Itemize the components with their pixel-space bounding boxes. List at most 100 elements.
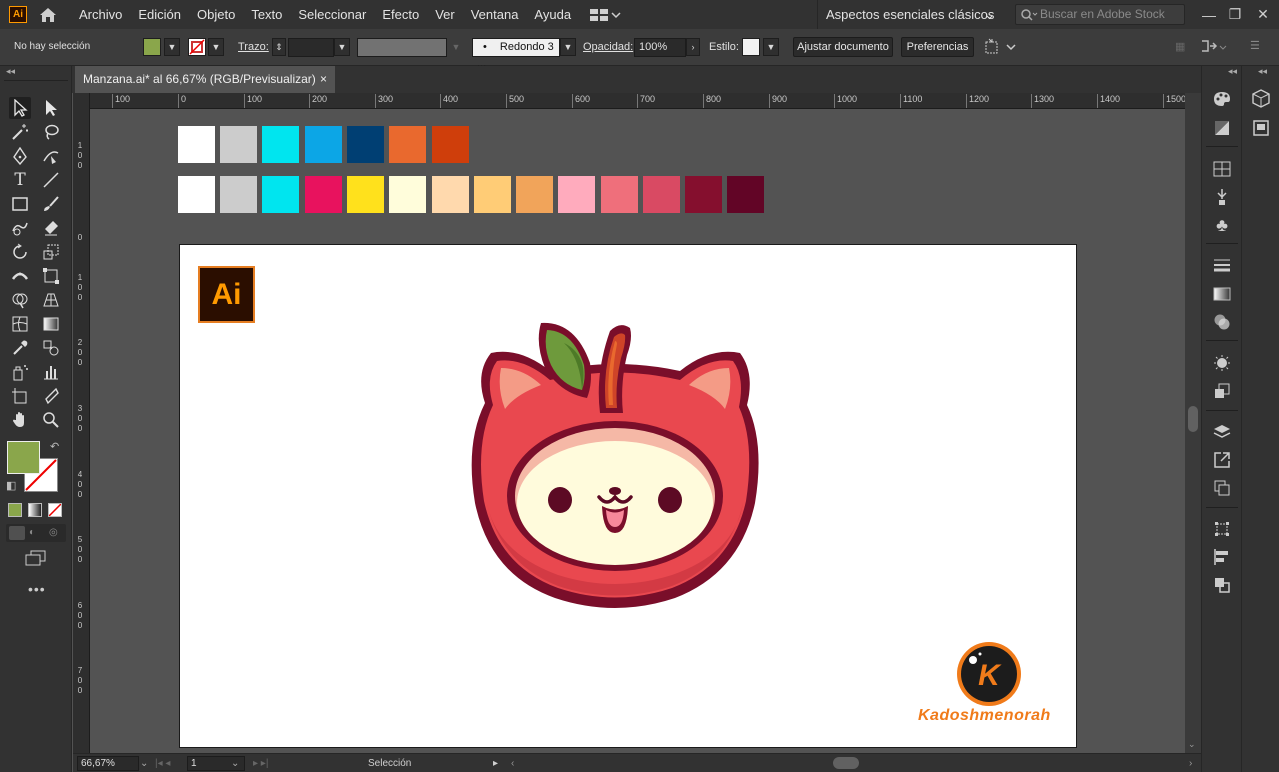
palette-swatch[interactable] <box>727 176 764 213</box>
palette-swatch[interactable] <box>262 126 299 163</box>
layers-panel-icon[interactable] <box>1211 421 1233 443</box>
screen-mode-icon[interactable] <box>25 550 47 569</box>
appearance-panel-icon[interactable] <box>1211 352 1233 374</box>
scale-tool-icon[interactable] <box>40 241 62 263</box>
fill-dropdown[interactable]: ▼ <box>164 38 180 56</box>
swap-colors-icon[interactable]: ↶ <box>50 440 59 453</box>
opacity-arrow[interactable]: › <box>686 38 700 56</box>
direct-selection-tool-icon[interactable] <box>40 97 62 119</box>
none-mode-icon[interactable] <box>48 503 62 517</box>
artboards-panel-icon[interactable] <box>1211 477 1233 499</box>
control-bar-menu-icon[interactable]: ☰ <box>1250 39 1260 52</box>
palette-swatch[interactable] <box>432 176 469 213</box>
vertical-scroll-thumb[interactable] <box>1188 406 1198 432</box>
palette-swatch[interactable] <box>601 176 638 213</box>
brushes-panel-icon[interactable] <box>1211 186 1233 208</box>
palette-swatch[interactable] <box>558 176 595 213</box>
menu-edicion[interactable]: Edición <box>130 0 189 29</box>
paintbrush-tool-icon[interactable] <box>40 193 62 215</box>
apple-cat-illustration[interactable] <box>465 313 765 618</box>
free-transform-tool-icon[interactable] <box>40 265 62 287</box>
fill-color-front[interactable] <box>7 441 40 474</box>
swatches-panel-icon[interactable] <box>1211 158 1233 180</box>
expand-panels-icon[interactable]: ◂◂ <box>1258 66 1267 77</box>
perspective-grid-tool-icon[interactable] <box>40 289 62 311</box>
palette-swatch[interactable] <box>305 176 342 213</box>
scroll-down-icon[interactable]: ⌄ <box>1188 739 1196 750</box>
stroke-weight-dropdown[interactable]: ▼ <box>334 38 350 56</box>
zoom-field[interactable]: 66,67% <box>77 756 139 771</box>
transparency-panel-icon[interactable] <box>1211 311 1233 333</box>
draw-behind-icon[interactable]: ◐ <box>29 527 35 538</box>
opacity-label[interactable]: Opacidad: <box>583 41 633 53</box>
zoom-tool-icon[interactable] <box>40 409 62 431</box>
align-panel-icon[interactable] <box>1211 546 1233 568</box>
hand-tool-icon[interactable] <box>9 409 31 431</box>
artboard-tool-icon[interactable] <box>9 385 31 407</box>
symbols-panel-icon[interactable]: ♣ <box>1211 214 1233 236</box>
fit-document-button[interactable]: Ajustar documento <box>793 37 893 57</box>
eyedropper-tool-icon[interactable] <box>9 337 31 359</box>
brush-dropdown[interactable]: ▼ <box>560 38 576 56</box>
palette-swatch[interactable] <box>305 126 342 163</box>
menu-ver[interactable]: Ver <box>427 0 463 29</box>
palette-swatch[interactable] <box>347 176 384 213</box>
draw-normal-icon[interactable] <box>9 526 25 540</box>
brush-definition[interactable]: • Redondo 3 ... <box>472 38 560 70</box>
graphic-styles-icon[interactable] <box>1211 380 1233 402</box>
line-tool-icon[interactable] <box>40 169 62 191</box>
palette-swatch[interactable] <box>389 176 426 213</box>
palette-swatch[interactable] <box>685 176 722 213</box>
panel-options-button[interactable] <box>1200 37 1228 60</box>
canvas[interactable]: Ai K Kadoshmenorah <box>90 109 1185 753</box>
pathfinder-panel-icon[interactable] <box>1211 574 1233 596</box>
pen-tool-icon[interactable] <box>9 145 31 167</box>
menu-objeto[interactable]: Objeto <box>189 0 243 29</box>
color-guide-icon[interactable] <box>1211 117 1233 139</box>
menu-seleccionar[interactable]: Seleccionar <box>290 0 374 29</box>
collapse-panel-icon[interactable]: ◂◂ <box>6 66 15 77</box>
palette-swatch[interactable] <box>643 176 680 213</box>
gradient-tool-icon[interactable] <box>40 313 62 335</box>
export-asset-icon[interactable] <box>1211 449 1233 471</box>
lasso-tool-icon[interactable] <box>40 121 62 143</box>
expand-panels-icon[interactable]: ◂◂ <box>1228 66 1237 77</box>
palette-swatch[interactable] <box>178 126 215 163</box>
gradient-mode-icon[interactable] <box>28 503 42 517</box>
minimize-button[interactable]: — <box>1196 0 1222 29</box>
stroke-panel-icon[interactable] <box>1211 254 1233 276</box>
width-tool-icon[interactable] <box>9 265 31 287</box>
palette-swatch[interactable] <box>347 126 384 163</box>
gradient-panel-icon[interactable] <box>1211 283 1233 305</box>
edit-toolbar-icon[interactable]: ••• <box>28 581 46 597</box>
workspace-switcher[interactable]: Aspectos esenciales clásicos ⌄ <box>817 0 1003 29</box>
column-graph-tool-icon[interactable] <box>40 361 62 383</box>
libraries-panel-icon[interactable] <box>1250 88 1272 110</box>
stock-search-input[interactable]: Buscar en Adobe Stock <box>1015 4 1185 25</box>
slice-tool-icon[interactable] <box>40 385 62 407</box>
menu-archivo[interactable]: Archivo <box>71 0 130 29</box>
draw-inside-icon[interactable]: ◎ <box>49 527 58 538</box>
curvature-tool-icon[interactable] <box>40 145 62 167</box>
palette-swatch[interactable] <box>432 126 469 163</box>
opacity-field[interactable]: 100% <box>634 38 686 57</box>
menu-ventana[interactable]: Ventana <box>463 0 527 29</box>
palette-swatch[interactable] <box>389 126 426 163</box>
artboard-dropdown-icon[interactable]: ⌄ <box>231 755 239 772</box>
shaper-tool-icon[interactable] <box>9 217 31 239</box>
restore-button[interactable]: ❐ <box>1222 0 1248 29</box>
variable-width-profile[interactable] <box>357 38 447 57</box>
stroke-weight-stepper[interactable]: ⇕ <box>272 38 286 56</box>
close-tab-button[interactable]: × <box>320 66 327 93</box>
status-menu-arrow[interactable]: ▸ <box>493 755 498 772</box>
magic-wand-tool-icon[interactable] <box>9 121 31 143</box>
home-icon[interactable] <box>37 5 59 25</box>
menu-ayuda[interactable]: Ayuda <box>526 0 579 29</box>
document-tab[interactable]: Manzana.ai* al 66,67% (RGB/Previsualizar… <box>75 66 335 93</box>
close-window-button[interactable]: ✕ <box>1250 0 1276 29</box>
blend-tool-icon[interactable] <box>40 337 62 359</box>
artboard[interactable]: Ai K Kadoshmenorah <box>179 244 1077 748</box>
palette-swatch[interactable] <box>516 176 553 213</box>
style-dropdown[interactable]: ▼ <box>763 38 779 56</box>
scroll-left-icon[interactable]: ‹ <box>511 755 514 772</box>
